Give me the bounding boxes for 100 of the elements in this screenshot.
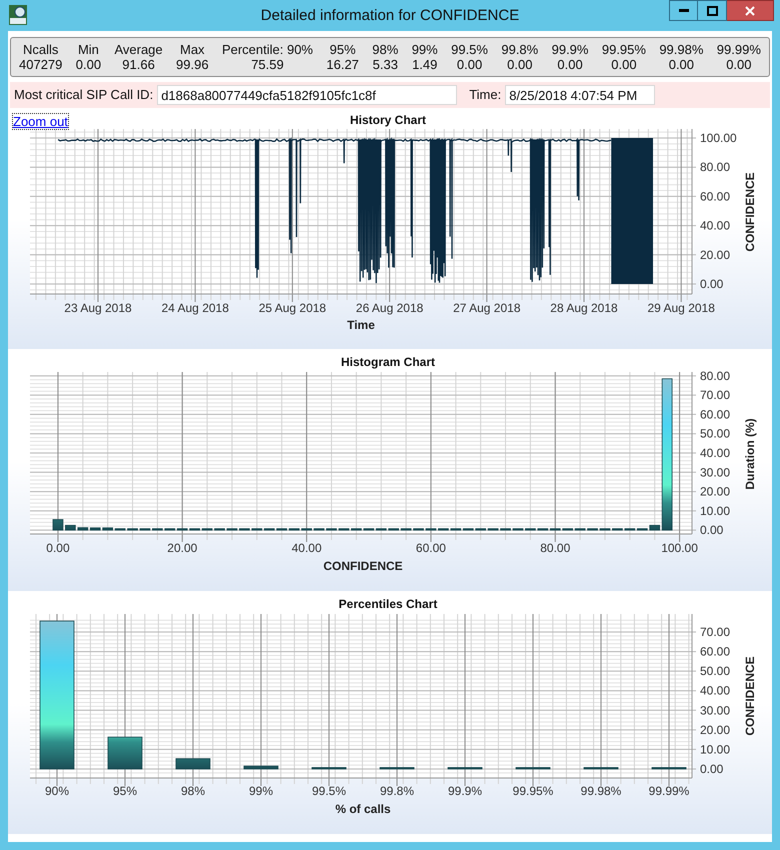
- axis-tick-label: 99.98%: [580, 784, 622, 798]
- maximize-icon: [706, 6, 718, 16]
- histogram-bar: [140, 528, 150, 531]
- stats-value: 0.00: [557, 57, 583, 72]
- stats-header: 99%: [412, 42, 438, 57]
- axis-tick-label: 90%: [44, 784, 70, 798]
- axis-tick-label: 70.00: [700, 388, 730, 402]
- histogram-bar: [426, 528, 436, 531]
- call-id-label: Most critical SIP Call ID:: [14, 86, 154, 104]
- percentile-bar: [244, 766, 278, 770]
- percentile-bar: [448, 767, 482, 770]
- chart-title: History Chart: [350, 113, 426, 127]
- axis-title: CONFIDENCE: [743, 656, 757, 736]
- axis-tick-label: 60.00: [416, 541, 446, 555]
- stats-value: 0.00: [611, 57, 637, 72]
- axis-tick-label: 20.00: [167, 541, 198, 555]
- minimize-button[interactable]: [669, 0, 698, 21]
- histogram-bar: [512, 528, 524, 531]
- axis-tick-label: 99.8%: [380, 784, 414, 798]
- axis-tick-label: 100.00: [700, 131, 737, 145]
- percentile-bar: [516, 767, 550, 770]
- axis-tick-label: 99.9%: [448, 784, 482, 798]
- percentile-bar: [108, 736, 142, 770]
- histogram-bar: [600, 528, 610, 531]
- axis-tick-label: 95%: [112, 784, 138, 798]
- axis-tick-label: 80.00: [540, 541, 570, 555]
- close-button[interactable]: [727, 0, 774, 21]
- axis-title: CONFIDENCE: [743, 172, 757, 252]
- axis-tick-label: 40.00: [700, 446, 730, 460]
- axis-tick-label: 10.00: [700, 504, 730, 518]
- axis-tick-label: 27 Aug 2018: [453, 301, 520, 315]
- stats-header: Min: [78, 42, 99, 57]
- axis-tick-label: 50.00: [700, 426, 730, 441]
- histogram-bar: [127, 528, 138, 531]
- histogram-bar: [52, 519, 64, 531]
- chart-title: Percentiles Chart: [338, 597, 438, 611]
- stats-header: Max: [180, 42, 205, 57]
- axis-title: CONFIDENCE: [323, 559, 403, 573]
- axis-tick-label: 0.00: [700, 523, 724, 538]
- histogram-bar: [314, 528, 324, 531]
- stats-header: 99.9%: [552, 42, 588, 57]
- histogram-bar: [226, 528, 238, 531]
- axis-tick-label: 60.00: [700, 644, 730, 659]
- stats-header: 99.99%: [716, 42, 761, 57]
- percentile-bar: [584, 767, 618, 770]
- stats-value: 75.59: [251, 57, 284, 72]
- axis-tick-label: 60.00: [700, 407, 730, 422]
- axis-tick-label: 100.00: [661, 541, 698, 555]
- axis-title: % of calls: [335, 802, 391, 816]
- histogram-bar: [239, 528, 250, 531]
- axis-tick-label: 20.00: [700, 722, 730, 737]
- stats-value: 1.49: [412, 57, 438, 72]
- axis-tick-label: 99.5%: [312, 784, 346, 798]
- chart-title: Histogram Chart: [341, 355, 435, 369]
- stats-header: 99.98%: [659, 42, 704, 57]
- stats-value: 0.00: [76, 57, 102, 72]
- axis-tick-label: 0.00: [46, 541, 70, 555]
- axis-tick-label: 70.00: [700, 625, 730, 639]
- axis-tick-label: 99%: [248, 784, 274, 798]
- axis-tick-label: 24 Aug 2018: [162, 301, 229, 315]
- axis-tick-label: 40.00: [292, 541, 322, 555]
- percentile-bar: [176, 758, 210, 770]
- axis-title: Duration (%): [743, 418, 757, 490]
- stats-value: 99.96: [176, 57, 209, 72]
- axis-tick-label: 29 Aug 2018: [648, 301, 715, 315]
- axis-tick-label: 99.95%: [512, 784, 554, 798]
- axis-tick-label: 80.00: [700, 368, 730, 383]
- axis-tick-label: 98%: [180, 784, 206, 798]
- close-icon: [745, 6, 755, 16]
- stats-header: 98%: [372, 42, 398, 57]
- axis-tick-label: 30.00: [700, 465, 730, 480]
- axis-tick-label: 0.00: [700, 277, 724, 291]
- stats-value: 0.00: [507, 57, 532, 72]
- zoom-out-link[interactable]: Zoom out: [13, 114, 68, 129]
- axis-tick-label: 30.00: [700, 703, 730, 718]
- stats-header: 95%: [330, 42, 356, 57]
- axis-tick-label: 40.00: [700, 218, 730, 233]
- stats-header: Percentile: 90%: [222, 42, 313, 57]
- stats-header: Average: [114, 42, 163, 57]
- stats-value: 0.00: [456, 57, 482, 72]
- percentile-bar: [652, 767, 686, 770]
- axis-tick-label: 40.00: [700, 684, 730, 698]
- axis-tick-label: 0.00: [700, 762, 724, 776]
- axis-tick-label: 23 Aug 2018: [64, 301, 132, 315]
- histogram-bar: [326, 528, 337, 531]
- axis-tick-label: 10.00: [700, 742, 730, 756]
- axis-tick-label: 99.99%: [648, 784, 690, 798]
- stats-header: Ncalls: [22, 42, 58, 57]
- histogram-bar: [413, 528, 424, 531]
- stats-value: 91.66: [122, 57, 155, 72]
- axis-tick-label: 60.00: [700, 189, 730, 204]
- stats-value: 407279: [19, 57, 62, 72]
- axis-tick-label: 26 Aug 2018: [356, 301, 424, 315]
- histogram-bar: [587, 528, 598, 531]
- stats-value: 16.27: [326, 57, 359, 72]
- histogram-bar: [500, 528, 511, 531]
- percentile-bar: [380, 767, 414, 770]
- percentile-bar: [312, 767, 346, 770]
- call-id-field[interactable]: d1868a80077449cfa5182f9105fc1c8f: [157, 85, 458, 105]
- time-field[interactable]: 8/25/2018 4:07:54 PM: [505, 85, 656, 105]
